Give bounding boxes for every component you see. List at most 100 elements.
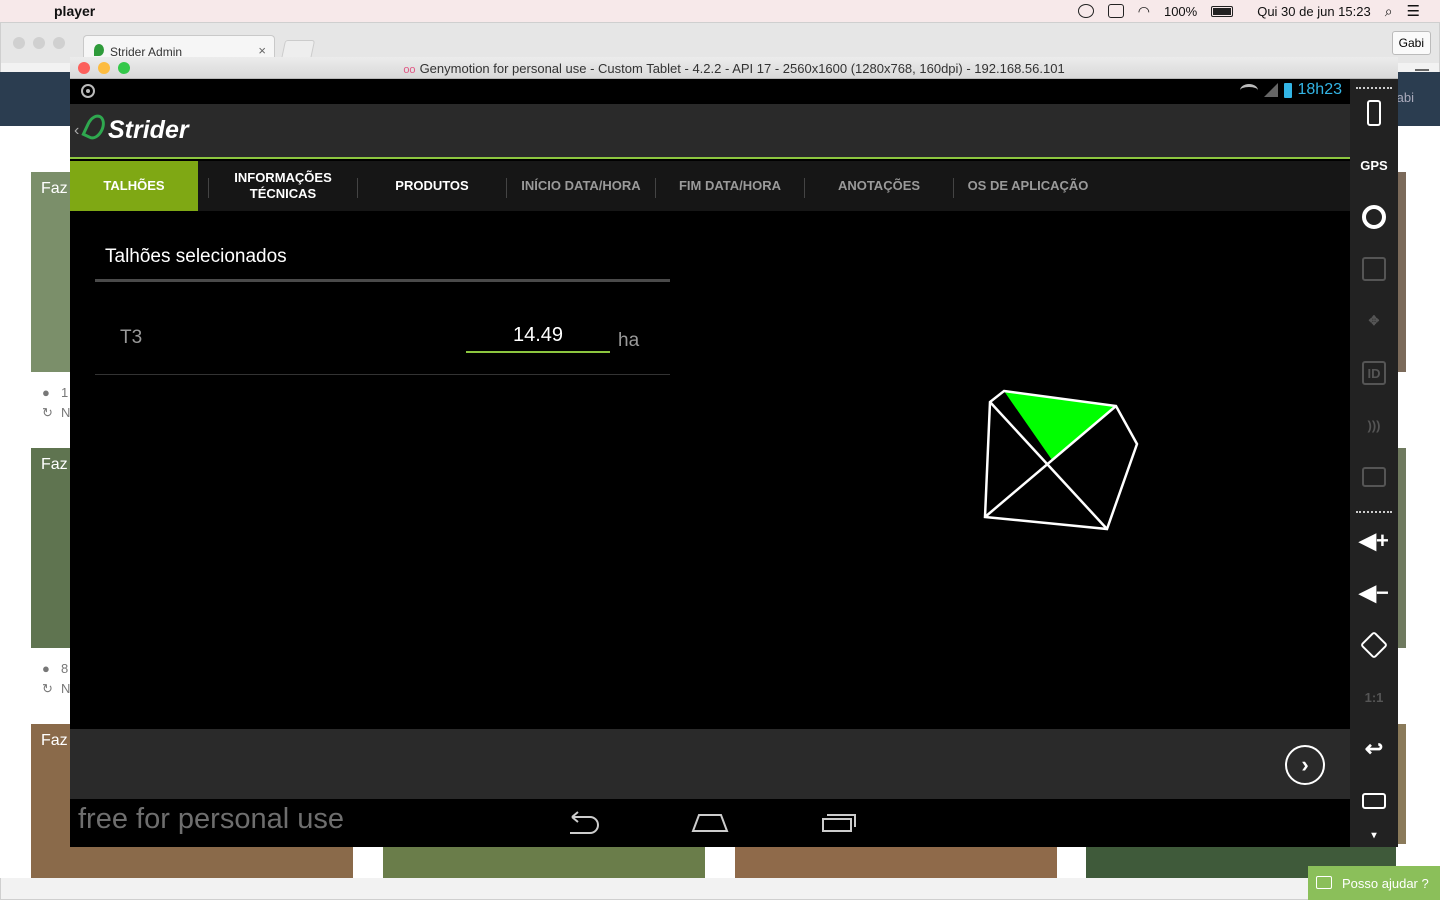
- tab-label: INÍCIO DATA/HORA: [521, 178, 641, 193]
- tab-talhoes[interactable]: TALHÕES: [70, 161, 198, 211]
- farm-card-title: Faz: [41, 456, 68, 473]
- farm-card[interactable]: [383, 846, 705, 878]
- zoom-window-button[interactable]: [53, 37, 65, 49]
- app-title[interactable]: Strider: [108, 116, 189, 145]
- area-input[interactable]: [466, 320, 610, 353]
- wifi-icon[interactable]: ◠: [1138, 3, 1150, 20]
- genymotion-traffic-lights: [78, 62, 130, 74]
- battery-percent: 100%: [1163, 3, 1198, 19]
- toolbar-divider: [1356, 511, 1392, 514]
- genymotion-window: oo Genymotion for personal use - Custom T…: [70, 57, 1398, 847]
- tab-label: OS DE APLICAÇÃO: [967, 178, 1089, 193]
- section-title: Talhões selecionados: [105, 246, 287, 267]
- recent-apps-icon[interactable]: [1358, 785, 1390, 817]
- sync-icon: ↻: [42, 405, 53, 420]
- field-name: T3: [120, 327, 143, 348]
- todo-icon[interactable]: [1077, 4, 1094, 18]
- android-recents-icon[interactable]: [821, 811, 857, 833]
- field-selected-area: [1004, 391, 1116, 460]
- back-button-icon[interactable]: ↩: [1358, 733, 1390, 765]
- status-clock: 18h23: [1297, 81, 1343, 98]
- minimize-window-button[interactable]: [33, 37, 45, 49]
- tab-label: PRODUTOS: [395, 178, 469, 193]
- main-content: Talhões selecionados T3 ha: [70, 211, 1350, 729]
- chevron-right-icon: ›: [1301, 752, 1309, 777]
- tab-divider: [953, 178, 954, 198]
- android-status-bar: 18h23: [70, 79, 1350, 104]
- tab-divider: [357, 178, 358, 198]
- volume-up-icon[interactable]: ◀+: [1358, 525, 1390, 557]
- notification-center-icon[interactable]: ☰: [1407, 2, 1420, 20]
- up-navigation-icon[interactable]: ‹: [74, 122, 79, 140]
- airplay-icon[interactable]: [1107, 4, 1124, 18]
- volume-down-icon[interactable]: ◀−: [1358, 577, 1390, 609]
- more-icon[interactable]: ▾: [1358, 827, 1390, 843]
- tab-fim-data-hora[interactable]: FIM DATA/HORA: [660, 161, 800, 211]
- farm-card-info: N: [61, 681, 71, 696]
- profile-button[interactable]: Gabi: [1391, 31, 1431, 55]
- strider-logo-icon[interactable]: [81, 111, 109, 143]
- spotlight-icon[interactable]: ⌕: [1385, 3, 1393, 20]
- tab-anotacoes[interactable]: ANOTAÇÕES: [809, 161, 949, 211]
- farm-card[interactable]: [1398, 172, 1406, 372]
- tab-divider: [506, 178, 507, 198]
- minimize-window-button[interactable]: [98, 62, 110, 74]
- device-id-icon[interactable]: ID: [1358, 357, 1390, 389]
- tab-divider: [804, 178, 805, 198]
- close-window-button[interactable]: [78, 62, 90, 74]
- farm-card[interactable]: [1398, 724, 1406, 844]
- tab-divider: [655, 178, 656, 198]
- camera-widget-icon[interactable]: [1358, 201, 1390, 233]
- sync-icon: ↻: [42, 681, 53, 696]
- tab-label: INFORMAÇÕES TÉCNICAS: [234, 170, 332, 201]
- section-divider: [95, 279, 670, 282]
- gps-widget-icon[interactable]: GPS: [1358, 149, 1390, 181]
- genymotion-titlebar: oo Genymotion for personal use - Custom T…: [70, 57, 1398, 79]
- next-button[interactable]: ›: [1285, 745, 1325, 785]
- signal-icon: [1263, 83, 1278, 97]
- tab-label: FIM DATA/HORA: [678, 178, 782, 193]
- globe-icon: ●: [42, 385, 50, 400]
- android-home-icon[interactable]: [691, 811, 729, 833]
- remote-control-icon[interactable]: ✥: [1358, 305, 1390, 337]
- android-back-icon[interactable]: [564, 811, 600, 835]
- location-icon: [81, 84, 95, 98]
- globe-icon: ●: [42, 661, 50, 676]
- battery-widget-icon[interactable]: [1358, 97, 1390, 129]
- bottom-bar: ›: [70, 729, 1350, 799]
- battery-icon[interactable]: [1211, 5, 1234, 17]
- farm-card[interactable]: [1398, 448, 1406, 648]
- close-window-button[interactable]: [13, 37, 25, 49]
- android-nav-bar: free for personal use: [70, 799, 1350, 847]
- action-bar: ‹ Strider: [70, 104, 1350, 159]
- genymotion-icon: oo: [403, 64, 416, 76]
- farm-card-info: 1: [61, 385, 69, 400]
- list-item: T3 ha: [95, 295, 670, 375]
- network-widget-icon[interactable]: ))): [1358, 409, 1390, 441]
- mac-app-name[interactable]: player: [54, 3, 95, 19]
- tab-strip: TALHÕES INFORMAÇÕES TÉCNICAS PRODUTOS IN…: [70, 161, 1350, 211]
- chat-icon: [1316, 876, 1332, 889]
- tab-label: TALHÕES: [103, 178, 165, 193]
- zoom-window-button[interactable]: [118, 62, 130, 74]
- tab-produtos[interactable]: PRODUTOS: [362, 161, 502, 211]
- farm-card[interactable]: [735, 846, 1057, 878]
- favicon-icon: [94, 44, 104, 56]
- sms-widget-icon[interactable]: [1358, 461, 1390, 493]
- rotate-icon[interactable]: [1358, 629, 1390, 661]
- field-map[interactable]: [980, 389, 1140, 534]
- farm-card-info: N: [61, 405, 71, 420]
- help-chat-button[interactable]: Posso ajudar ?: [1308, 866, 1440, 900]
- genymotion-title: Genymotion for personal use - Custom Tab…: [419, 61, 1065, 76]
- tab-inicio-data-hora[interactable]: INÍCIO DATA/HORA: [511, 161, 651, 211]
- tab-divider: [208, 178, 209, 198]
- close-tab-icon[interactable]: ×: [258, 43, 266, 58]
- mac-datetime[interactable]: Qui 30 de jun 15:23: [1257, 4, 1370, 19]
- header-user[interactable]: abi: [1397, 90, 1414, 105]
- capture-widget-icon[interactable]: [1358, 253, 1390, 285]
- browser-traffic-lights: [13, 37, 65, 49]
- farm-card-title: Faz: [41, 732, 68, 749]
- pixel-perfect-icon[interactable]: 1:1: [1358, 681, 1390, 713]
- tab-informacoes-tecnicas[interactable]: INFORMAÇÕES TÉCNICAS: [213, 161, 353, 211]
- tab-os-de-aplicacao[interactable]: OS DE APLICAÇÃO: [958, 161, 1098, 211]
